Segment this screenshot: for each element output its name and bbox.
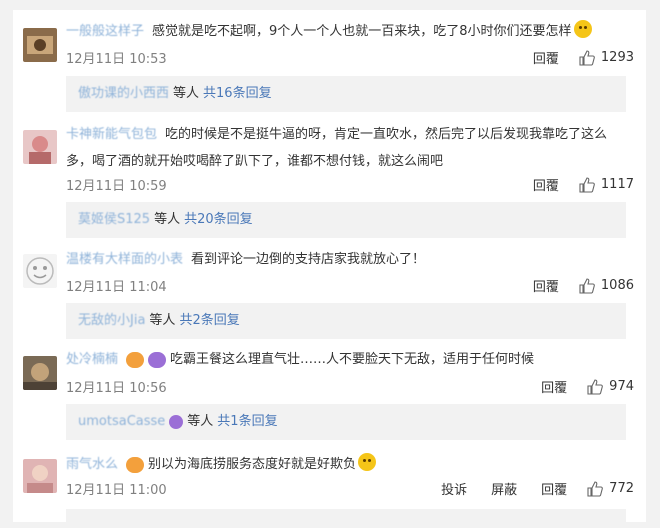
like-button[interactable]: 1293 <box>579 49 634 66</box>
view-replies-link[interactable]: 共1条回复 <box>217 414 277 429</box>
like-button[interactable]: 974 <box>587 378 634 395</box>
report-button[interactable]: 投诉 <box>441 479 467 498</box>
username[interactable]: 雨气水么 <box>66 457 118 472</box>
purple-bird-badge-icon <box>148 351 167 368</box>
smile-emoji-icon <box>573 20 592 38</box>
comment-actions: 回覆 974 <box>517 377 634 396</box>
comment-text-line: 雨气水么 别以为海底捞服务态度好就是好欺负 <box>66 451 632 478</box>
reply-mid-text: 等人 <box>173 86 200 101</box>
comment-text: 吃霸王餐这么理直气壮……人不要脸天下无敌，适用于任何时候 <box>170 352 535 367</box>
timestamp: 12月11日 10:53 <box>66 52 167 67</box>
reply-summary[interactable]: umotsaCasse 等人 共1条回复 <box>66 404 626 440</box>
like-count: 1117 <box>600 177 634 192</box>
timestamp: 12月11日 10:56 <box>66 381 167 396</box>
reply-button[interactable]: 回覆 <box>533 48 559 67</box>
like-count: 1293 <box>600 50 634 65</box>
comment-text-line: 温楼有大样面的小表 看到评论一边倒的支持店家我就放心了！ <box>66 246 632 273</box>
thumbs-up-icon <box>587 480 604 497</box>
block-button[interactable]: 屏蔽 <box>491 479 517 498</box>
avatar[interactable] <box>23 254 57 288</box>
smile-emoji-icon <box>358 453 377 471</box>
like-count: 974 <box>609 379 634 394</box>
comment-meta: 12月11日 11:00 投诉 屏蔽 回覆 772 <box>66 479 634 499</box>
reply-mid-text: 等人 <box>187 414 214 429</box>
reply-mid-text: 等人 <box>149 313 176 328</box>
like-button[interactable]: 772 <box>587 480 634 497</box>
username[interactable]: 处冷楠楠 <box>66 352 118 367</box>
reply-summary-cutoff <box>66 509 626 523</box>
comment-actions: 回覆 1117 <box>509 175 634 194</box>
comment-text: 别以为海底捞服务态度好就是好欺负 <box>148 457 357 472</box>
thumbs-up-icon <box>587 378 604 395</box>
comment-text-line: 处冷楠楠 吃霸王餐这么理直气壮……人不要脸天下无敌，适用于任何时候 <box>66 346 632 373</box>
avatar[interactable] <box>23 356 57 390</box>
timestamp: 12月11日 11:04 <box>66 280 167 295</box>
reply-summary[interactable]: 无敌的小Jia 等人 共2条回复 <box>66 303 626 339</box>
reply-mid-text: 等人 <box>154 212 181 227</box>
avatar[interactable] <box>23 459 57 493</box>
thumbs-up-icon <box>579 49 595 66</box>
comment-actions: 投诉 屏蔽 回覆 772 <box>417 479 634 498</box>
purple-bird-badge-icon <box>126 456 145 473</box>
view-replies-link[interactable]: 共2条回复 <box>179 313 239 328</box>
timestamp: 12月11日 10:59 <box>66 179 167 194</box>
avatar[interactable] <box>23 130 57 164</box>
comment-panel: 一般般这样子 感觉就是吃不起啊，9个人一个人也就一百来块，吃了8小时你们还要怎样 … <box>13 10 646 523</box>
view-replies-link[interactable]: 共20条回复 <box>184 212 253 227</box>
reply-username[interactable]: umotsaCasse <box>78 414 165 429</box>
comment-actions: 回覆 1293 <box>509 48 634 67</box>
like-count: 1086 <box>600 278 634 293</box>
reply-summary[interactable]: 莫姬侯S125 等人 共20条回复 <box>66 202 626 238</box>
reply-button[interactable]: 回覆 <box>533 175 559 194</box>
purple-bird-badge-icon <box>126 351 145 368</box>
thumbs-up-icon <box>579 277 595 294</box>
reply-summary[interactable]: 傲功课的小西西 等人 共16条回复 <box>66 76 626 112</box>
comment-meta: 12月11日 10:53 回覆 1293 <box>66 48 634 68</box>
reply-button[interactable]: 回覆 <box>541 479 567 498</box>
timestamp: 12月11日 11:00 <box>66 483 167 498</box>
username[interactable]: 一般般这样子 <box>66 24 144 39</box>
reply-username[interactable]: 莫姬侯S125 <box>78 212 150 227</box>
like-count: 772 <box>609 481 634 496</box>
comment-meta: 12月11日 11:04 回覆 1086 <box>66 276 634 296</box>
comment-text: 感觉就是吃不起啊，9个人一个人也就一百来块，吃了8小时你们还要怎样 <box>152 24 572 39</box>
reply-button[interactable]: 回覆 <box>533 276 559 295</box>
thumbs-up-icon <box>579 176 595 193</box>
avatar[interactable] <box>23 28 57 62</box>
like-button[interactable]: 1086 <box>579 277 634 294</box>
view-replies-link[interactable]: 共16条回复 <box>203 86 272 101</box>
comment-meta: 12月11日 10:56 回覆 974 <box>66 377 634 397</box>
reply-button[interactable]: 回覆 <box>541 377 567 396</box>
comment-meta: 12月11日 10:59 回覆 1117 <box>66 175 634 195</box>
reply-username[interactable]: 傲功课的小西西 <box>78 86 169 101</box>
comment-text: 看到评论一边倒的支持店家我就放心了！ <box>191 252 426 267</box>
like-button[interactable]: 1117 <box>579 176 634 193</box>
username[interactable]: 卡神新能气包包 <box>66 127 157 142</box>
comment-text-line: 卡神新能气包包 吃的时候是不是挺牛逼的呀，肯定一直吹水，然后完了以后发现我靠吃了这… <box>66 121 632 175</box>
comment-text-line: 一般般这样子 感觉就是吃不起啊，9个人一个人也就一百来块，吃了8小时你们还要怎样 <box>66 18 632 45</box>
comment-actions: 回覆 1086 <box>509 276 634 295</box>
purple-bird-badge-icon <box>169 414 184 429</box>
reply-username[interactable]: 无敌的小Jia <box>78 313 145 328</box>
username[interactable]: 温楼有大样面的小表 <box>66 252 183 267</box>
screenshot-stage: 一般般这样子 感觉就是吃不起啊，9个人一个人也就一百来块，吃了8小时你们还要怎样 … <box>0 0 660 528</box>
